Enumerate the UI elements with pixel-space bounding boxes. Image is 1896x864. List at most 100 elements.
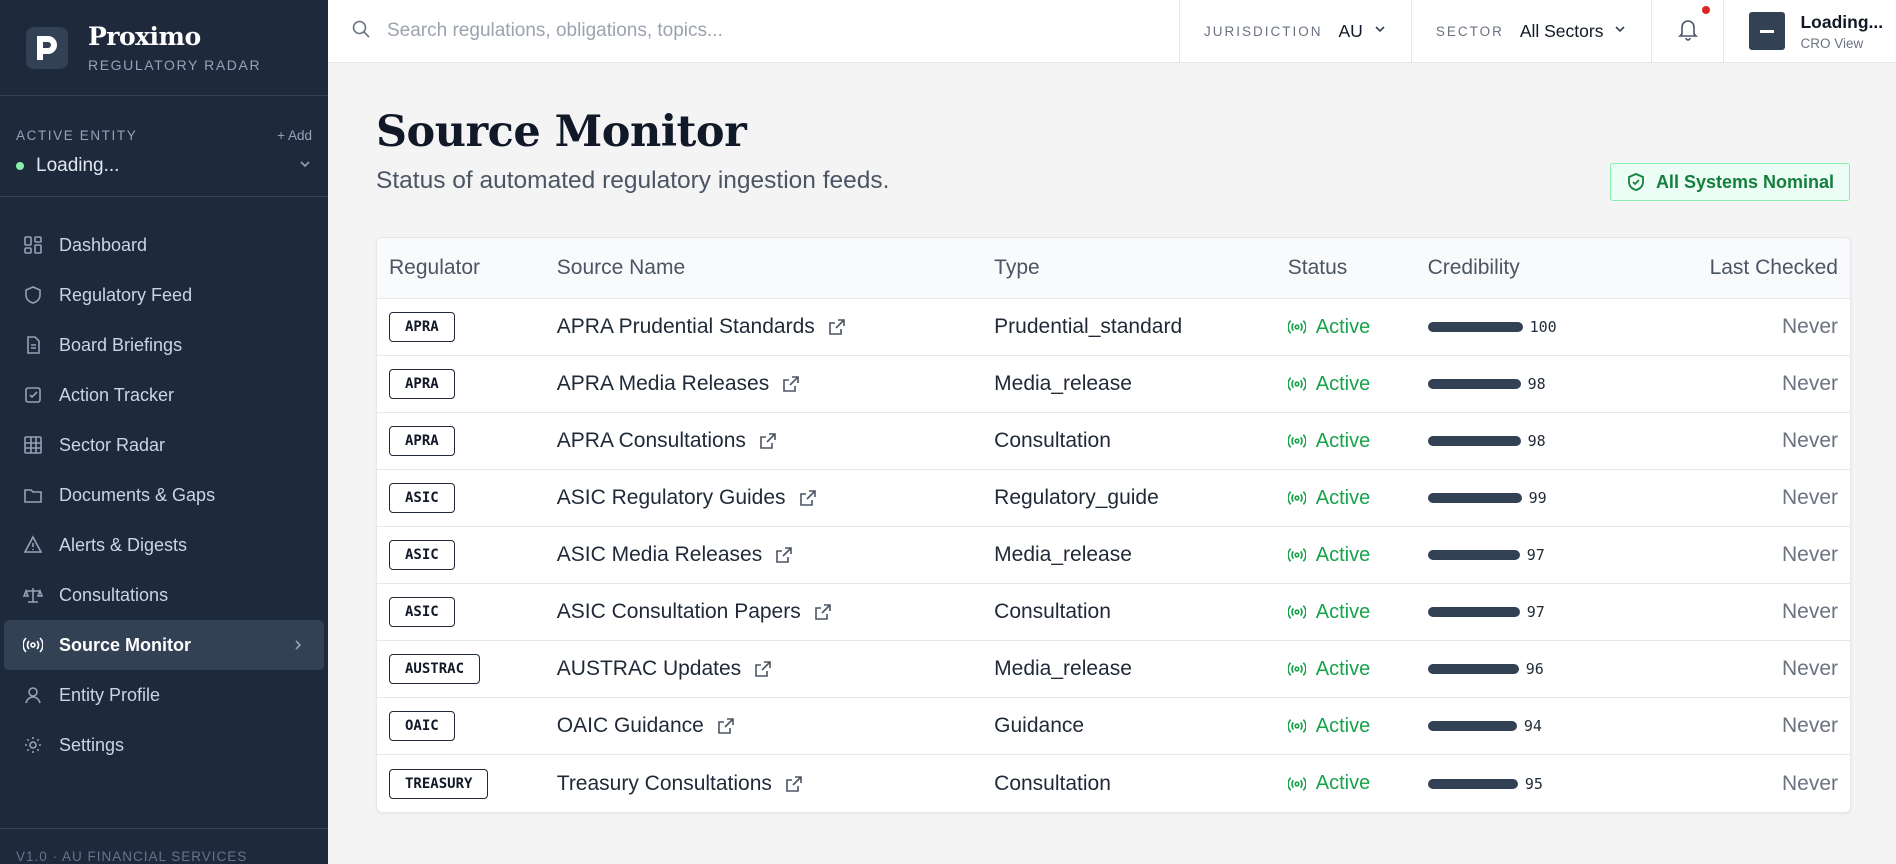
page-title: Source Monitor xyxy=(376,107,747,157)
status-dot xyxy=(16,162,24,170)
external-link-icon[interactable] xyxy=(775,546,793,564)
status-text: Active xyxy=(1315,429,1371,452)
credibility-value: 95 xyxy=(1524,774,1543,793)
sidebar: Proximo REGULATORY RADAR ACTIVE ENTITY +… xyxy=(0,0,328,864)
notification-dot xyxy=(1702,5,1711,14)
status-text: Active xyxy=(1315,543,1371,566)
sidebar-item-sector-radar[interactable]: Sector Radar xyxy=(4,420,324,470)
radio-icon xyxy=(1287,375,1306,393)
table-row[interactable]: ASIC ASIC Media Releases Media_release Acti… xyxy=(377,527,1850,584)
external-link-icon[interactable] xyxy=(759,432,777,450)
status-text: Active xyxy=(1315,714,1371,737)
column-header-credibility[interactable]: Credibility xyxy=(1428,256,1608,280)
external-link-icon[interactable] xyxy=(799,489,817,507)
table-row[interactable]: OAIC OAIC Guidance Guidance Active 94 Never xyxy=(377,698,1850,755)
sidebar-item-settings[interactable]: Settings xyxy=(4,720,324,770)
main-content: Source Monitor Status of automated regul… xyxy=(328,63,1896,864)
credibility-bar xyxy=(1427,322,1523,332)
column-header-type[interactable]: Type xyxy=(994,256,1288,280)
last-checked: Never xyxy=(1781,714,1838,737)
external-link-icon[interactable] xyxy=(828,318,846,336)
search-input[interactable] xyxy=(387,20,1147,42)
source-name: ASIC Consultation Papers xyxy=(556,600,801,623)
column-header-status[interactable]: Status xyxy=(1288,256,1428,280)
radio-icon xyxy=(1287,546,1306,564)
sidebar-item-label: Entity Profile xyxy=(59,684,161,705)
entity-dropdown[interactable]: Loading... xyxy=(16,155,312,177)
sector-value: All Sectors xyxy=(1519,20,1604,41)
chevron-down-icon xyxy=(1613,22,1627,41)
sector-filter[interactable]: SECTOR All Sectors xyxy=(1412,0,1653,63)
credibility-value: 100 xyxy=(1529,318,1557,336)
source-name: APRA Prudential Standards xyxy=(556,315,815,338)
entity-selector-section: ACTIVE ENTITY + Add Loading... xyxy=(0,96,328,197)
entity-value: Loading... xyxy=(36,155,120,176)
sidebar-item-source-monitor[interactable]: Source Monitor xyxy=(4,620,324,670)
credibility-bar xyxy=(1427,550,1520,560)
credibility-value: 98 xyxy=(1527,375,1546,393)
document-icon xyxy=(22,334,44,356)
alert-icon xyxy=(22,534,44,556)
add-entity-button[interactable]: + Add xyxy=(277,128,312,143)
radio-icon xyxy=(1287,432,1306,450)
user-icon xyxy=(22,684,44,706)
column-header-source-name[interactable]: Source Name xyxy=(557,256,994,280)
credibility-bar xyxy=(1427,664,1519,674)
sidebar-item-regulatory-feed[interactable]: Regulatory Feed xyxy=(4,270,324,320)
regulator-badge: ASIC xyxy=(389,597,455,627)
table-body: APRA APRA Prudential Standards Prudential_… xyxy=(377,299,1850,812)
sidebar-item-action-tracker[interactable]: Action Tracker xyxy=(4,370,324,420)
status-text: Active xyxy=(1315,486,1371,509)
source-type: Regulatory_guide xyxy=(994,486,1159,509)
jurisdiction-filter[interactable]: JURISDICTION AU xyxy=(1180,0,1412,63)
column-header-regulator[interactable]: Regulator xyxy=(377,256,557,280)
source-name: APRA Consultations xyxy=(556,429,746,452)
external-link-icon[interactable] xyxy=(782,375,800,393)
source-name: OAIC Guidance xyxy=(556,714,704,737)
table-row[interactable]: ASIC ASIC Consultation Papers Consultation… xyxy=(377,584,1850,641)
sidebar-item-documents-gaps[interactable]: Documents & Gaps xyxy=(4,470,324,520)
credibility-bar xyxy=(1427,379,1521,389)
external-link-icon[interactable] xyxy=(717,717,735,735)
sidebar-item-board-briefings[interactable]: Board Briefings xyxy=(4,320,324,370)
dashboard-icon xyxy=(22,234,44,256)
sidebar-item-entity-profile[interactable]: Entity Profile xyxy=(4,670,324,720)
table-row[interactable]: APRA APRA Consultations Consultation Active… xyxy=(377,413,1850,470)
regulator-badge: OAIC xyxy=(389,711,455,741)
status-badge-label: All Systems Nominal xyxy=(1655,171,1834,192)
source-type: Consultation xyxy=(994,600,1111,623)
table-row[interactable]: AUSTRAC AUSTRAC Updates Media_release Activ… xyxy=(377,641,1850,698)
radio-icon xyxy=(1287,775,1306,793)
table-row[interactable]: ASIC ASIC Regulatory Guides Regulatory_gui… xyxy=(377,470,1850,527)
sidebar-item-consultations[interactable]: Consultations xyxy=(4,570,324,620)
sidebar-item-alerts-digests[interactable]: Alerts & Digests xyxy=(4,520,324,570)
external-link-icon[interactable] xyxy=(754,660,772,678)
source-name: ASIC Regulatory Guides xyxy=(556,486,786,509)
external-link-icon[interactable] xyxy=(785,775,803,793)
source-name: APRA Media Releases xyxy=(556,372,770,395)
sidebar-item-label: Board Briefings xyxy=(59,334,183,355)
sidebar-item-dashboard[interactable]: Dashboard xyxy=(4,220,324,270)
status-text: Active xyxy=(1315,372,1371,395)
notifications-button[interactable] xyxy=(1652,0,1725,63)
last-checked: Never xyxy=(1781,429,1838,452)
table-row[interactable]: TREASURY Treasury Consultations Consultati… xyxy=(377,755,1850,812)
credibility-value: 97 xyxy=(1526,603,1545,621)
top-bar: JURISDICTION AU SECTOR All Sectors Loadi… xyxy=(328,0,1896,63)
regulator-badge: ASIC xyxy=(389,540,455,570)
last-checked: Never xyxy=(1781,315,1838,338)
sidebar-item-label: Documents & Gaps xyxy=(59,484,216,505)
gear-icon xyxy=(22,734,44,756)
status-text: Active xyxy=(1315,315,1371,338)
source-type: Guidance xyxy=(994,714,1085,737)
column-header-last-checked[interactable]: Last Checked xyxy=(1607,256,1850,280)
external-link-icon[interactable] xyxy=(814,603,832,621)
user-menu[interactable]: Loading... CRO View xyxy=(1724,0,1883,63)
grid-icon xyxy=(22,434,44,456)
radio-icon xyxy=(1287,717,1306,735)
search-icon xyxy=(351,19,371,44)
jurisdiction-value: AU xyxy=(1338,20,1363,41)
table-row[interactable]: APRA APRA Media Releases Media_release Acti… xyxy=(377,356,1850,413)
table-row[interactable]: APRA APRA Prudential Standards Prudential_… xyxy=(377,299,1850,356)
brand[interactable]: Proximo REGULATORY RADAR xyxy=(0,0,328,96)
